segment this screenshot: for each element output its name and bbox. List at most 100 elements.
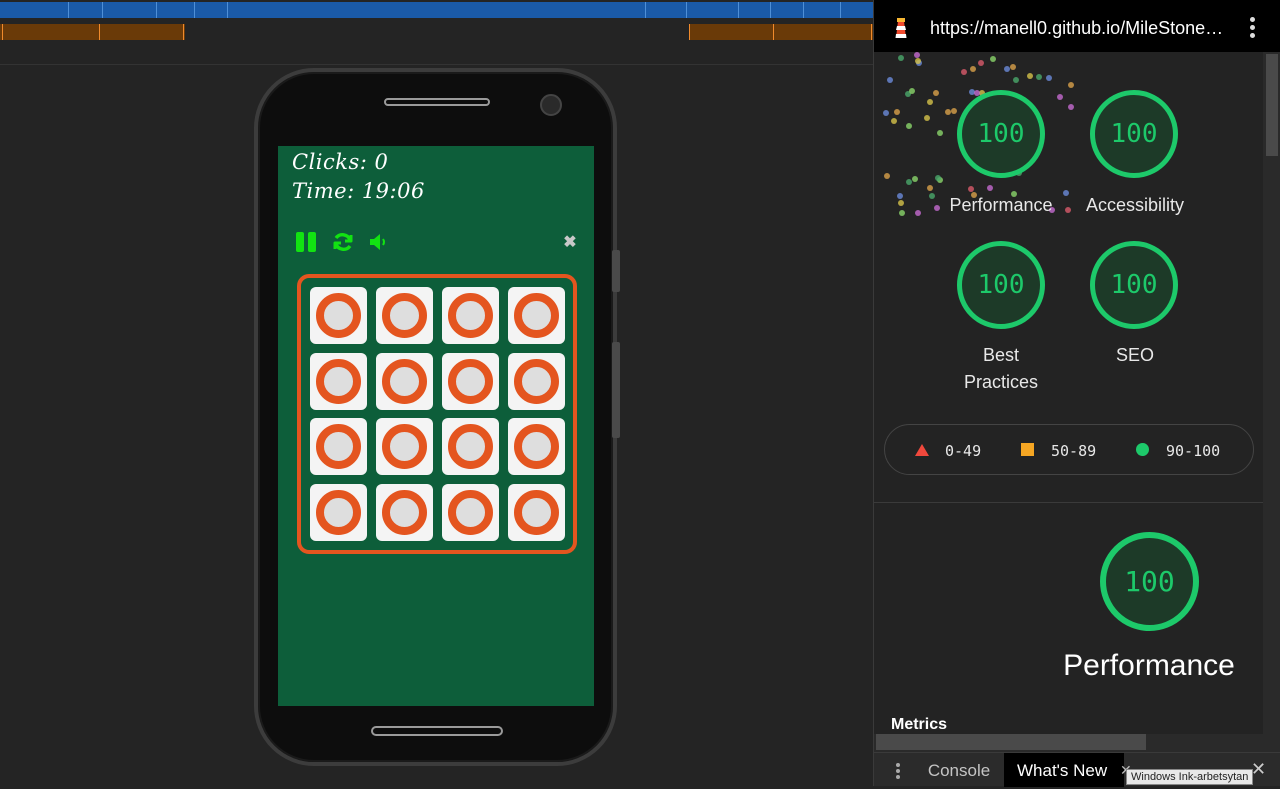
fail-triangle-icon [915, 444, 929, 456]
confetti-dot [1068, 82, 1075, 89]
score-label-best-practices: Best Practices [963, 345, 1039, 392]
scrollbar-thumb[interactable] [876, 734, 1146, 750]
timeline-frames-track [0, 2, 873, 18]
tooltip: Windows Ink-arbetsytan [1126, 769, 1254, 785]
confetti-dot [950, 108, 957, 114]
card-board [297, 274, 577, 554]
confetti-dot [969, 66, 976, 73]
confetti-dot [990, 55, 997, 62]
report-url-bar: https://manell0.github.io/MileStone… [874, 0, 1280, 52]
tab-whats-new[interactable]: What's New [1004, 753, 1124, 787]
card-back-icon [514, 424, 559, 469]
memory-card[interactable] [310, 483, 367, 541]
memory-card[interactable] [376, 352, 433, 410]
confetti-dot [886, 76, 893, 83]
more-vert-icon[interactable] [1249, 17, 1255, 39]
card-back-icon [448, 424, 493, 469]
confetti-dot [905, 123, 912, 130]
memory-card[interactable] [442, 352, 499, 410]
memory-card[interactable] [508, 483, 565, 541]
confetti-dot [914, 57, 921, 64]
card-back-icon [514, 489, 559, 535]
memory-card[interactable] [376, 418, 433, 475]
drawer-menu-icon[interactable] [896, 763, 900, 779]
confetti-dot [915, 209, 922, 216]
memory-card[interactable] [310, 352, 367, 410]
confetti-dot [1046, 75, 1053, 82]
confetti-dot [1010, 64, 1017, 71]
performance-score-gauge: 100 [1100, 532, 1199, 631]
pass-circle-icon [1136, 443, 1149, 456]
volume-icon[interactable] [369, 233, 389, 251]
memory-card[interactable] [376, 287, 433, 344]
card-back-icon [448, 293, 493, 338]
close-icon[interactable]: ✖ [563, 235, 577, 251]
timer-display: Time: 19:06 [292, 179, 425, 203]
card-back-icon [448, 489, 493, 535]
confetti-dot [899, 210, 906, 217]
lighthouse-panel: https://manell0.github.io/MileStone… 100… [873, 0, 1280, 787]
confetti-dot [933, 89, 940, 96]
memory-card[interactable] [508, 287, 565, 344]
score-gauge-best-practices[interactable]: 100 [957, 241, 1045, 329]
confetti-dot [923, 114, 930, 121]
timeline-divider [0, 64, 873, 65]
memory-card[interactable] [442, 483, 499, 541]
memory-card[interactable] [442, 418, 499, 475]
card-back-icon [316, 293, 361, 338]
confetti-dot [1026, 73, 1033, 80]
scrollbar-thumb[interactable] [1266, 54, 1278, 156]
confetti-dot [926, 184, 933, 191]
confetti-dot [908, 87, 915, 94]
confetti-dot [897, 55, 904, 62]
restart-icon[interactable] [331, 230, 355, 254]
confetti-dot [883, 173, 890, 179]
horizontal-scrollbar[interactable] [874, 734, 1280, 752]
legend-fail: 0-49 [945, 442, 982, 460]
report-content: 100 Performance 100 Accessibility 100 Be… [874, 52, 1263, 734]
pause-icon[interactable] [296, 232, 318, 252]
confetti-dot [1036, 73, 1043, 80]
phone-side-button [612, 250, 620, 292]
confetti-dot [960, 69, 967, 76]
tab-console[interactable]: Console [914, 753, 1004, 787]
phone-home-bar [371, 726, 503, 736]
card-back-icon [316, 424, 361, 469]
clicks-counter: Clicks: 0 [292, 150, 389, 174]
memory-card[interactable] [508, 418, 565, 475]
score-legend: 0-49 50-89 90-100 [884, 424, 1254, 475]
legend-average: 50-89 [1051, 442, 1097, 460]
card-back-icon [316, 489, 361, 535]
score-value: 100 [977, 119, 1025, 149]
memory-card[interactable] [508, 352, 565, 410]
confetti-dot [891, 117, 898, 124]
score-label-performance: Performance [949, 195, 1053, 215]
confetti-dot [897, 192, 904, 199]
confetti-dot [1013, 77, 1020, 84]
score-gauge-seo[interactable]: 100 [1090, 241, 1178, 329]
score-gauge-accessibility[interactable]: 100 [1090, 90, 1178, 178]
confetti-dot [1003, 65, 1010, 72]
confetti-dot [936, 130, 943, 137]
memory-card[interactable] [310, 418, 367, 475]
vertical-scrollbar[interactable] [1263, 52, 1280, 734]
card-back-icon [448, 358, 493, 404]
confetti-dot [945, 109, 952, 116]
score-value: 100 [977, 270, 1025, 300]
confetti-dot [911, 175, 918, 182]
confetti-dot [897, 200, 904, 207]
score-value: 100 [1110, 270, 1158, 300]
memory-card[interactable] [442, 287, 499, 344]
timeline-tasks-track [0, 24, 873, 40]
memory-card[interactable] [376, 483, 433, 541]
card-back-icon [514, 358, 559, 404]
report-url[interactable]: https://manell0.github.io/MileStone… [930, 18, 1230, 39]
card-back-icon [382, 293, 427, 338]
memory-card[interactable] [310, 287, 367, 344]
confetti-dot [926, 99, 933, 106]
confetti-dot [894, 108, 901, 115]
score-value: 100 [1110, 119, 1158, 149]
section-divider [874, 502, 1263, 503]
game-screen: Clicks: 0 Time: 19:06 ✖ [278, 146, 594, 706]
score-gauge-performance[interactable]: 100 [957, 90, 1045, 178]
